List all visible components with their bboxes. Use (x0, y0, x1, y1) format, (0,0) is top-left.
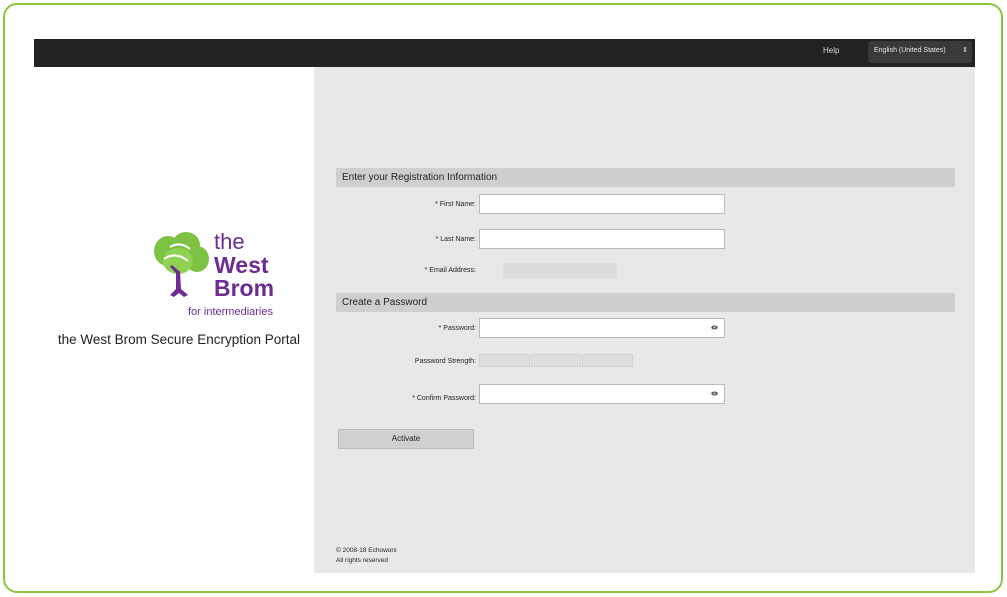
top-navigation-bar: Help English (United States) ⇕ (34, 39, 975, 67)
registration-section-header: Enter your Registration Information (336, 168, 955, 187)
help-link[interactable]: Help (823, 39, 839, 67)
logo-text-brom: Brom (214, 275, 275, 301)
eye-icon[interactable] (711, 325, 718, 330)
copyright-text: © 2008-18 Echoworx (336, 547, 397, 554)
strength-segment (530, 354, 582, 367)
email-address-value (503, 263, 617, 278)
eye-icon[interactable] (711, 391, 718, 396)
registration-panel: Enter your Registration Information * Fi… (314, 67, 975, 573)
activate-button[interactable]: Activate (338, 429, 474, 449)
strength-segment (582, 354, 634, 367)
last-name-input[interactable] (479, 229, 725, 249)
rights-text: All rights reserved (336, 557, 389, 564)
password-strength-label: Password Strength: (414, 358, 476, 365)
west-brom-logo: the West Brom for intermediaries (150, 231, 286, 323)
tree-logo-icon (154, 232, 209, 297)
password-label: * Password: (438, 325, 476, 332)
confirm-password-label: * Confirm Password: (412, 395, 476, 402)
language-select[interactable]: English (United States) ⇕ (868, 41, 972, 63)
password-input[interactable] (479, 318, 725, 338)
last-name-label: * Last Name: (435, 236, 476, 243)
branding-panel: the West Brom for intermediaries the Wes… (34, 67, 314, 573)
language-select-value: English (United States) (874, 47, 946, 54)
logo-subtitle: for intermediaries (188, 306, 273, 318)
updown-arrows-icon: ⇕ (962, 47, 968, 54)
email-address-label: * Email Address: (424, 267, 476, 274)
password-strength-meter (479, 354, 634, 367)
portal-title: the West Brom Secure Encryption Portal (57, 332, 300, 347)
password-section-header: Create a Password (336, 293, 955, 312)
logo-text-west: West (214, 252, 269, 278)
footer: © 2008-18 Echoworx All rights reserved (336, 546, 397, 566)
confirm-password-input[interactable] (479, 384, 725, 404)
first-name-label: * First Name: (435, 201, 476, 208)
logo-text-the: the (214, 229, 245, 254)
strength-segment (479, 354, 530, 367)
first-name-input[interactable] (479, 194, 725, 214)
